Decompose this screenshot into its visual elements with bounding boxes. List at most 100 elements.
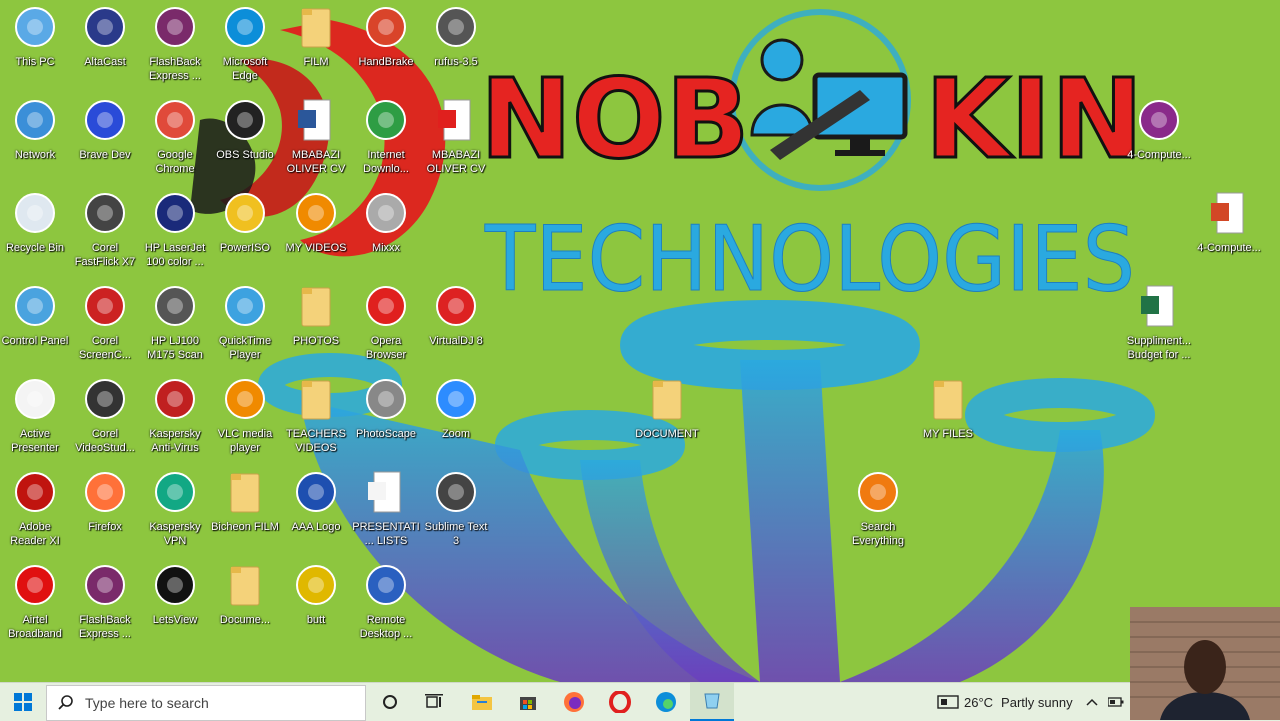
desktop-icon[interactable]: FlashBack Express ... xyxy=(70,563,140,653)
desktop-icon[interactable]: LetsView xyxy=(140,563,210,653)
desktop-icon[interactable]: DOCUMENT xyxy=(632,377,702,467)
folder-icon xyxy=(643,377,691,421)
desktop-icon-label: 4-Compute... xyxy=(1127,149,1191,161)
desktop-icon[interactable]: OBS Studio xyxy=(210,98,280,188)
battery-tray-button[interactable] xyxy=(1104,683,1128,721)
desktop-icon[interactable]: PowerISO xyxy=(210,191,280,281)
airtel-icon xyxy=(11,563,59,607)
desktop-icon[interactable]: Firefox xyxy=(70,470,140,560)
desktop-icon-label: MBABAZI OLIVER CV xyxy=(286,149,346,175)
desktop-icon[interactable]: butt xyxy=(281,563,351,653)
desktop-icon[interactable]: Brave Dev xyxy=(70,98,140,188)
desktop-icon-label: Network xyxy=(14,149,56,161)
desktop-icon[interactable]: Corel ScreenC... xyxy=(70,284,140,374)
desktop-icon[interactable]: PRESENTATI... LISTS xyxy=(351,470,421,560)
desktop-icon[interactable]: Opera Browser xyxy=(351,284,421,374)
desktop-icon-label: Suppliment... Budget for ... xyxy=(1126,335,1192,361)
weather-temperature: 26°C xyxy=(964,694,994,710)
desktop-icon[interactable]: Adobe Reader XI xyxy=(0,470,70,560)
desktop-icon[interactable]: Zoom xyxy=(421,377,491,467)
desktop-icon[interactable]: MBABAZI OLIVER CV xyxy=(281,98,351,188)
edge-taskbar-button[interactable] xyxy=(644,683,688,721)
desktop-icon[interactable]: HP LaserJet 100 color ... xyxy=(140,191,210,281)
desktop-icon[interactable]: Microsoft Edge xyxy=(210,5,280,95)
desktop-icon[interactable]: AltaCast xyxy=(70,5,140,95)
desktop-icon-label: OBS Studio xyxy=(216,149,274,161)
desktop-icon[interactable]: Network xyxy=(0,98,70,188)
file-explorer-button[interactable] xyxy=(460,683,504,721)
edge-icon xyxy=(656,692,676,712)
desktop-icon[interactable]: Sublime Text 3 xyxy=(421,470,491,560)
desktop-icon[interactable]: Corel VideoStud... xyxy=(70,377,140,467)
desktop-icon[interactable]: VLC media player xyxy=(210,377,280,467)
desktop-icon[interactable]: Kaspersky VPN xyxy=(140,470,210,560)
desktop-icon[interactable]: Docume... xyxy=(210,563,280,653)
kaspersky-vpn-icon xyxy=(151,470,199,514)
microsoft-store-button[interactable] xyxy=(506,683,550,721)
desktop-icon[interactable]: rufus-3.5 xyxy=(421,5,491,95)
taskbar: Type here to search 26°C Partly sunny xyxy=(0,682,1280,721)
desktop-icon[interactable]: PHOTOS xyxy=(281,284,351,374)
desktop[interactable]: NOB KIN TECHNOLOGIES This PC AltaCast Flas… xyxy=(0,0,1280,682)
desktop-icon-label: Corel ScreenC... xyxy=(79,335,131,361)
desktop-icon[interactable]: Recycle Bin xyxy=(0,191,70,281)
desktop-icon[interactable]: Mixxx xyxy=(351,191,421,281)
desktop-icon-label: Mixxx xyxy=(371,242,401,254)
desktop-icon[interactable]: 4-Compute... xyxy=(1124,98,1194,188)
desktop-icon[interactable]: Active Presenter xyxy=(0,377,70,467)
desktop-icon[interactable]: AAA Logo xyxy=(281,470,351,560)
quicktime-taskbar-button[interactable] xyxy=(690,683,734,721)
excel-icon xyxy=(1135,284,1183,328)
presenter-video-frame xyxy=(1130,607,1280,720)
desktop-icon-label: TEACHERS VIDEOS xyxy=(286,428,346,454)
taskbar-search-box[interactable]: Type here to search xyxy=(46,685,366,721)
desktop-icon-label: Google Chrome xyxy=(155,149,195,175)
desktop-icon[interactable]: TEACHERS VIDEOS xyxy=(281,377,351,467)
desktop-icon[interactable]: VirtualDJ 8 xyxy=(421,284,491,374)
brand-technologies-text: TECHNOLOGIES xyxy=(484,207,1135,312)
desktop-icon-label: Docume... xyxy=(219,614,271,626)
desktop-icon[interactable]: MY FILES xyxy=(913,377,983,467)
desktop-icon[interactable]: Kaspersky Anti-Virus xyxy=(140,377,210,467)
weather-widget[interactable]: 26°C Partly sunny xyxy=(964,683,1074,721)
cortana-button[interactable] xyxy=(370,683,410,721)
adobe-reader-icon xyxy=(11,470,59,514)
desktop-icon[interactable]: Internet Downlo... xyxy=(351,98,421,188)
desktop-icon[interactable]: This PC xyxy=(0,5,70,95)
hp-printer-icon xyxy=(151,191,199,235)
desktop-icon-label: Zoom xyxy=(441,428,471,440)
battery-icon xyxy=(1108,697,1124,707)
sublime-icon xyxy=(432,470,480,514)
opera-icon xyxy=(609,691,631,713)
task-view-button[interactable] xyxy=(414,683,454,721)
desktop-icon[interactable]: Remote Desktop ... xyxy=(351,563,421,653)
desktop-icon[interactable]: 4-Compute... xyxy=(1194,191,1264,281)
start-button[interactable] xyxy=(0,683,46,721)
desktop-icon[interactable]: HP LJ100 M175 Scan xyxy=(140,284,210,374)
brave-icon xyxy=(81,98,129,142)
desktop-icon-label: Firefox xyxy=(88,521,122,533)
obs-icon xyxy=(221,98,269,142)
desktop-icon[interactable]: FILM xyxy=(281,5,351,95)
desktop-icon[interactable]: PhotoScape xyxy=(351,377,421,467)
opera-taskbar-button[interactable] xyxy=(598,683,642,721)
weather-widget-icon-wrap[interactable] xyxy=(934,683,962,721)
desktop-icon[interactable]: Suppliment... Budget for ... xyxy=(1124,284,1194,374)
desktop-icon[interactable]: Bicheon FILM xyxy=(210,470,280,560)
text-document-icon xyxy=(362,470,410,514)
firefox-taskbar-button[interactable] xyxy=(552,683,596,721)
desktop-icon[interactable]: MBABAZI OLIVER CV xyxy=(421,98,491,188)
desktop-icon[interactable]: Google Chrome xyxy=(140,98,210,188)
desktop-icon-label: 4-Compute... xyxy=(1197,242,1261,254)
desktop-icon-label: FlashBack Express ... xyxy=(79,614,131,640)
desktop-icon[interactable]: HandBrake xyxy=(351,5,421,95)
desktop-icon[interactable]: Control Panel xyxy=(0,284,70,374)
desktop-icon-label: Kaspersky Anti-Virus xyxy=(149,428,201,454)
desktop-icon[interactable]: MY VIDEOS xyxy=(281,191,351,281)
desktop-icon[interactable]: Airtel Broadband xyxy=(0,563,70,653)
desktop-icon[interactable]: QuickTime Player xyxy=(210,284,280,374)
show-hidden-icons-button[interactable] xyxy=(1080,683,1104,721)
desktop-icon[interactable]: FlashBack Express ... xyxy=(140,5,210,95)
desktop-icon[interactable]: Corel FastFlick X7 xyxy=(70,191,140,281)
desktop-icon[interactable]: Search Everything xyxy=(843,470,913,560)
